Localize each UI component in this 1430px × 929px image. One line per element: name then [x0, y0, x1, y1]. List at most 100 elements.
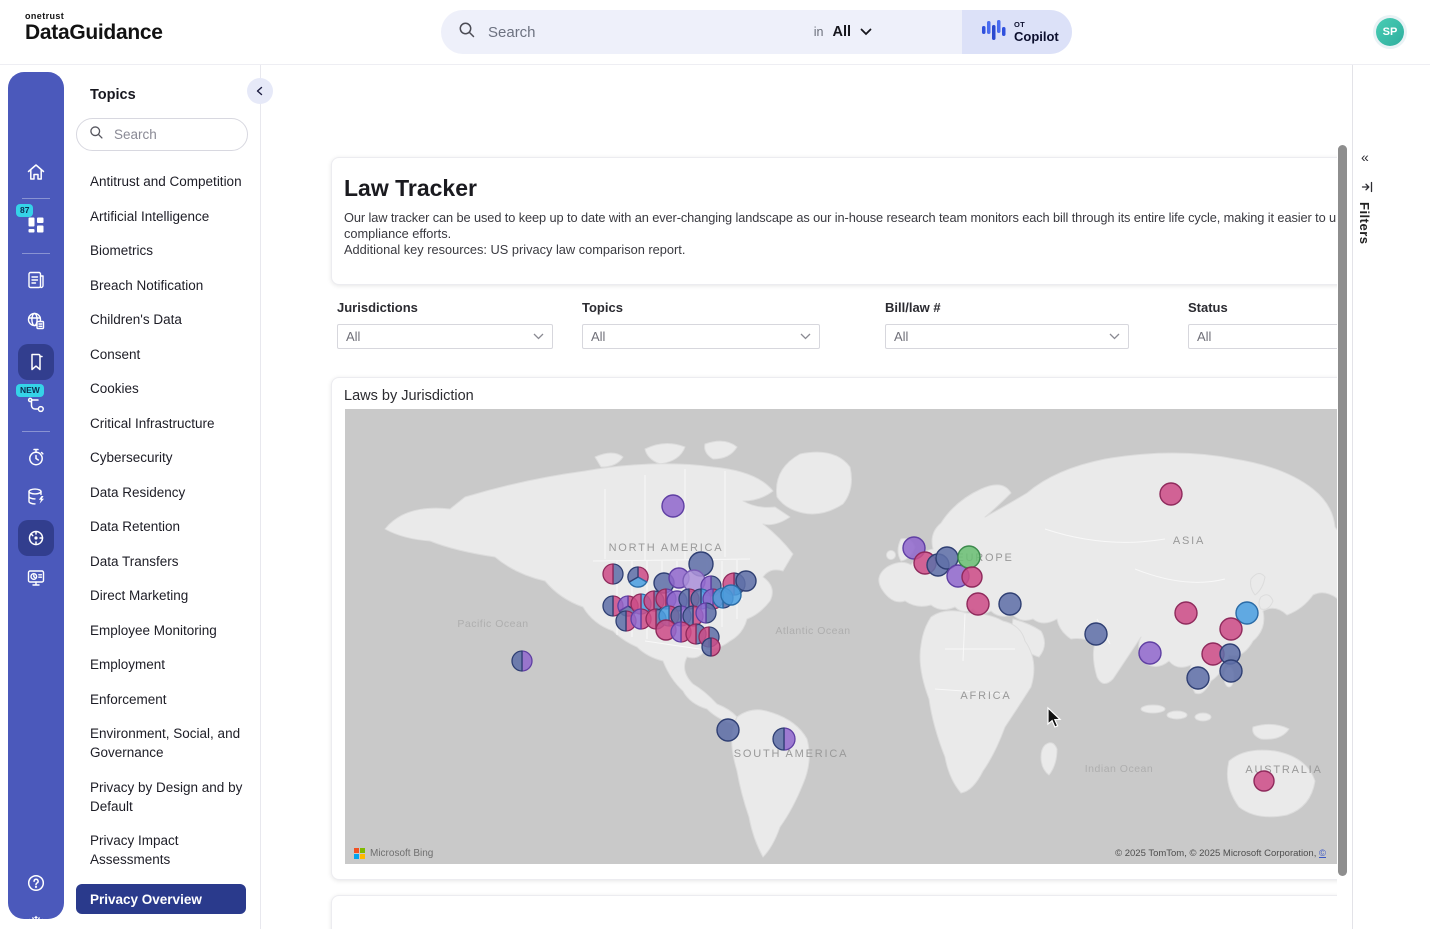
- filter-value: All: [894, 329, 908, 344]
- law-marker[interactable]: [1220, 660, 1242, 682]
- map-attribution-link[interactable]: ©: [1319, 848, 1326, 859]
- sidebar-item-topic[interactable]: Employee Monitoring: [64, 621, 260, 640]
- map-label: SOUTH AMERICA: [734, 748, 848, 760]
- search-scope-prefix: in: [814, 25, 824, 39]
- news-icon: [24, 268, 48, 292]
- rail-help-button[interactable]: [18, 865, 54, 901]
- search-scope-dropdown[interactable]: in All: [814, 10, 872, 54]
- global-search-input[interactable]: [486, 23, 820, 42]
- pin-panel-icon[interactable]: [1360, 180, 1374, 199]
- target-icon: [24, 526, 48, 550]
- page-description-line3: Additional key resources: US privacy law…: [344, 242, 1337, 258]
- filter-group: Bill/law #All: [885, 300, 1129, 349]
- world-map[interactable]: NORTH AMERICAPacific OceanAtlantic Ocean…: [345, 409, 1337, 864]
- map-label: ASIA: [1173, 535, 1205, 547]
- filter-dropdown[interactable]: All: [885, 324, 1129, 349]
- law-marker[interactable]: [958, 546, 980, 568]
- sidebar-item-topic[interactable]: Data Residency: [64, 483, 260, 502]
- law-marker[interactable]: [967, 593, 989, 615]
- sidebar-item-topic[interactable]: Data Retention: [64, 517, 260, 536]
- map-attribution: © 2025 TomTom, © 2025 Microsoft Corporat…: [1115, 848, 1326, 859]
- brand-onetrust: onetrust: [25, 11, 163, 21]
- copilot-label-ot: OT: [1014, 21, 1059, 29]
- law-tracker-intro-card: Law Tracker Our law tracker can be used …: [331, 157, 1337, 285]
- monitor-clock-icon: [24, 566, 48, 590]
- law-marker[interactable]: [962, 567, 982, 587]
- page-description-line2: compliance efforts.: [344, 226, 1337, 242]
- sidebar-item-topic[interactable]: Children's Data: [64, 310, 260, 329]
- brand-logo[interactable]: onetrust DataGuidance: [25, 11, 163, 45]
- sidebar-item-topic[interactable]: Direct Marketing: [64, 586, 260, 605]
- vertical-scrollbar[interactable]: [1337, 64, 1348, 929]
- expand-filters-icon[interactable]: «: [1361, 150, 1369, 164]
- filter-value: All: [591, 329, 605, 344]
- rail-community-button[interactable]: [18, 905, 54, 929]
- scrollbar-thumb[interactable]: [1338, 145, 1347, 876]
- law-marker[interactable]: [999, 593, 1021, 615]
- map-card-title: Laws by Jurisdiction: [344, 388, 1337, 404]
- stopwatch-icon: [24, 445, 48, 469]
- filters-side-panel: « Filters: [1352, 64, 1430, 929]
- map-label: Indian Ocean: [1085, 763, 1153, 775]
- filter-value: All: [346, 329, 360, 344]
- sidebar-item-topic[interactable]: Privacy by Design and by Default: [64, 778, 260, 816]
- filter-group: JurisdictionsAll: [337, 300, 553, 349]
- new-badge: NEW: [16, 384, 44, 397]
- topics-sidebar-title: Topics: [90, 87, 136, 103]
- rail-law-tracker-button[interactable]: [18, 520, 54, 556]
- law-marker[interactable]: [1187, 667, 1209, 689]
- topics-search-input[interactable]: [112, 126, 236, 143]
- rail-home-button[interactable]: [18, 154, 54, 190]
- law-marker[interactable]: [1085, 623, 1107, 645]
- global-search-bar[interactable]: in All OT Copil: [441, 10, 1072, 54]
- law-marker[interactable]: [721, 585, 741, 605]
- rail-news-button[interactable]: [18, 262, 54, 298]
- law-marker[interactable]: [1220, 618, 1242, 640]
- sidebar-item-topic[interactable]: Cybersecurity: [64, 448, 260, 467]
- sidebar-item-privacy-overview[interactable]: Privacy Overview: [76, 884, 246, 914]
- sidebar-collapse-button[interactable]: [247, 78, 273, 104]
- sidebar-item-topic[interactable]: Breach Notification: [64, 276, 260, 295]
- rail-data-sources-button[interactable]: [18, 479, 54, 515]
- rail-bookmarks-button[interactable]: [18, 344, 54, 380]
- search-icon: [89, 125, 104, 145]
- sidebar-item-topic[interactable]: Cookies: [64, 379, 260, 398]
- rail-global-research-button[interactable]: [18, 303, 54, 339]
- page-title: Law Tracker: [344, 175, 1337, 202]
- law-marker[interactable]: [717, 719, 739, 741]
- copilot-logo-icon: [982, 17, 1006, 48]
- rail-deadlines-button[interactable]: [18, 439, 54, 475]
- sidebar-item-topic[interactable]: Biometrics: [64, 241, 260, 260]
- topics-search-box[interactable]: [76, 118, 248, 151]
- sidebar-item-topic[interactable]: Artificial Intelligence: [64, 207, 260, 226]
- user-avatar[interactable]: SP: [1376, 18, 1404, 46]
- sidebar-item-topic[interactable]: Critical Infrastructure: [64, 414, 260, 433]
- database-icon: [24, 485, 48, 509]
- laws-by-jurisdiction-card: Laws by Jurisdiction: [331, 377, 1337, 880]
- filter-value: All: [1197, 329, 1211, 344]
- community-people-icon: [23, 910, 49, 929]
- sidebar-item-topic[interactable]: Consent: [64, 345, 260, 364]
- filter-dropdown[interactable]: All: [1188, 324, 1337, 349]
- page-description-line1: Our law tracker can be used to keep up t…: [344, 210, 1337, 226]
- law-marker[interactable]: [1160, 483, 1182, 505]
- sidebar-item-topic[interactable]: Employment: [64, 655, 260, 674]
- bing-logo-text: Microsoft Bing: [370, 848, 433, 859]
- rail-reports-button[interactable]: [18, 560, 54, 596]
- law-marker[interactable]: [1139, 642, 1161, 664]
- law-marker[interactable]: [1175, 602, 1197, 624]
- map-attribution-text: © 2025 TomTom, © 2025 Microsoft Corporat…: [1115, 848, 1316, 859]
- top-header: onetrust DataGuidance in All: [0, 0, 1430, 65]
- copilot-button[interactable]: OT Copilot: [962, 10, 1072, 54]
- sidebar-item-topic[interactable]: Antitrust and Competition: [64, 172, 260, 191]
- law-marker[interactable]: [1236, 602, 1258, 624]
- filter-label: Topics: [582, 300, 820, 315]
- sidebar-item-topic[interactable]: Enforcement: [64, 690, 260, 709]
- sidebar-item-topic[interactable]: Data Transfers: [64, 552, 260, 571]
- sidebar-item-topic[interactable]: Environment, Social, and Governance: [64, 724, 260, 762]
- filter-dropdown[interactable]: All: [582, 324, 820, 349]
- filter-dropdown[interactable]: All: [337, 324, 553, 349]
- law-marker[interactable]: [1254, 771, 1274, 791]
- sidebar-item-topic[interactable]: Privacy Impact Assessments: [64, 831, 260, 869]
- law-marker[interactable]: [662, 495, 684, 517]
